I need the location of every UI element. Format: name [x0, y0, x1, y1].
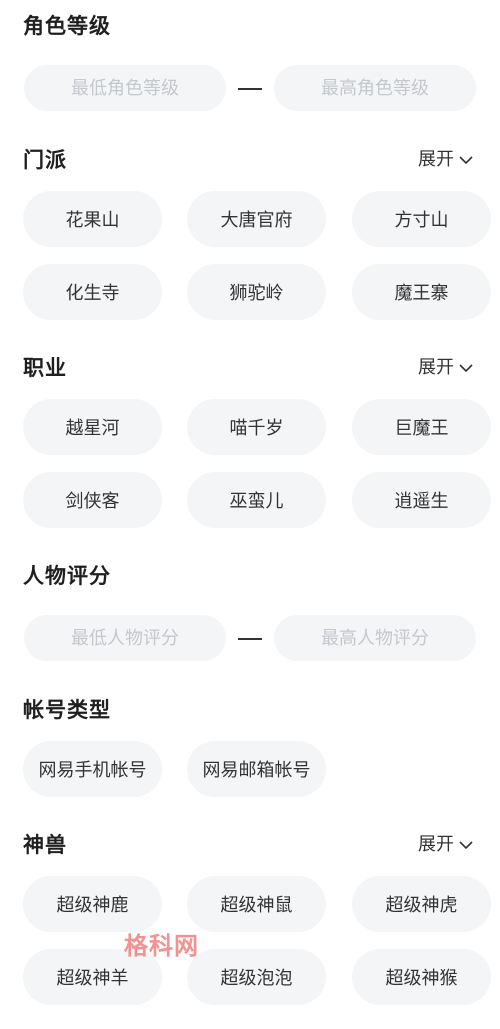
divine-beast-option[interactable]: 超级泡泡: [187, 949, 326, 1005]
expand-label: 展开: [418, 834, 454, 855]
chevron-down-icon: [459, 841, 473, 850]
divine-beast-title: 神兽: [23, 833, 67, 857]
min-role-level-input[interactable]: [24, 65, 226, 111]
profession-option[interactable]: 喵千岁: [187, 399, 326, 455]
role-level-title: 角色等级: [23, 14, 111, 38]
divine-beast-option[interactable]: 超级神鹿: [23, 876, 162, 932]
min-character-score-input[interactable]: [24, 615, 226, 661]
sect-option[interactable]: 魔王寨: [352, 264, 491, 320]
range-separator: [238, 88, 262, 90]
sect-option[interactable]: 方寸山: [352, 191, 491, 247]
profession-option[interactable]: 巫蛮儿: [187, 472, 326, 528]
sect-option[interactable]: 狮驼岭: [187, 264, 326, 320]
max-character-score-input[interactable]: [274, 615, 476, 661]
sect-option[interactable]: 大唐官府: [187, 191, 326, 247]
profession-option[interactable]: 剑侠客: [23, 472, 162, 528]
profession-expand-button[interactable]: 展开: [418, 356, 474, 380]
profession-option[interactable]: 逍遥生: [352, 472, 491, 528]
divine-beast-option[interactable]: 超级神猴: [352, 949, 491, 1005]
divine-beast-option[interactable]: 超级神虎: [352, 876, 491, 932]
profession-option[interactable]: 巨魔王: [352, 399, 491, 455]
character-score-title: 人物评分: [23, 564, 111, 588]
divine-beast-option[interactable]: 超级神鼠: [187, 876, 326, 932]
chevron-down-icon: [459, 156, 473, 165]
profession-option[interactable]: 越星河: [23, 399, 162, 455]
max-role-level-input[interactable]: [274, 65, 476, 111]
sect-expand-button[interactable]: 展开: [418, 148, 474, 172]
profession-title: 职业: [23, 356, 67, 380]
sect-option[interactable]: 化生寺: [23, 264, 162, 320]
watermark-text: 格科网: [124, 932, 199, 960]
account-type-option[interactable]: 网易邮箱帐号: [187, 741, 326, 797]
chevron-down-icon: [459, 364, 473, 373]
expand-label: 展开: [418, 357, 454, 378]
account-type-title: 帐号类型: [23, 698, 111, 722]
range-separator: [238, 638, 262, 640]
sect-option[interactable]: 花果山: [23, 191, 162, 247]
account-type-option[interactable]: 网易手机帐号: [23, 741, 162, 797]
sect-title: 门派: [23, 148, 67, 172]
expand-label: 展开: [418, 149, 454, 170]
divine-beast-expand-button[interactable]: 展开: [418, 833, 474, 857]
